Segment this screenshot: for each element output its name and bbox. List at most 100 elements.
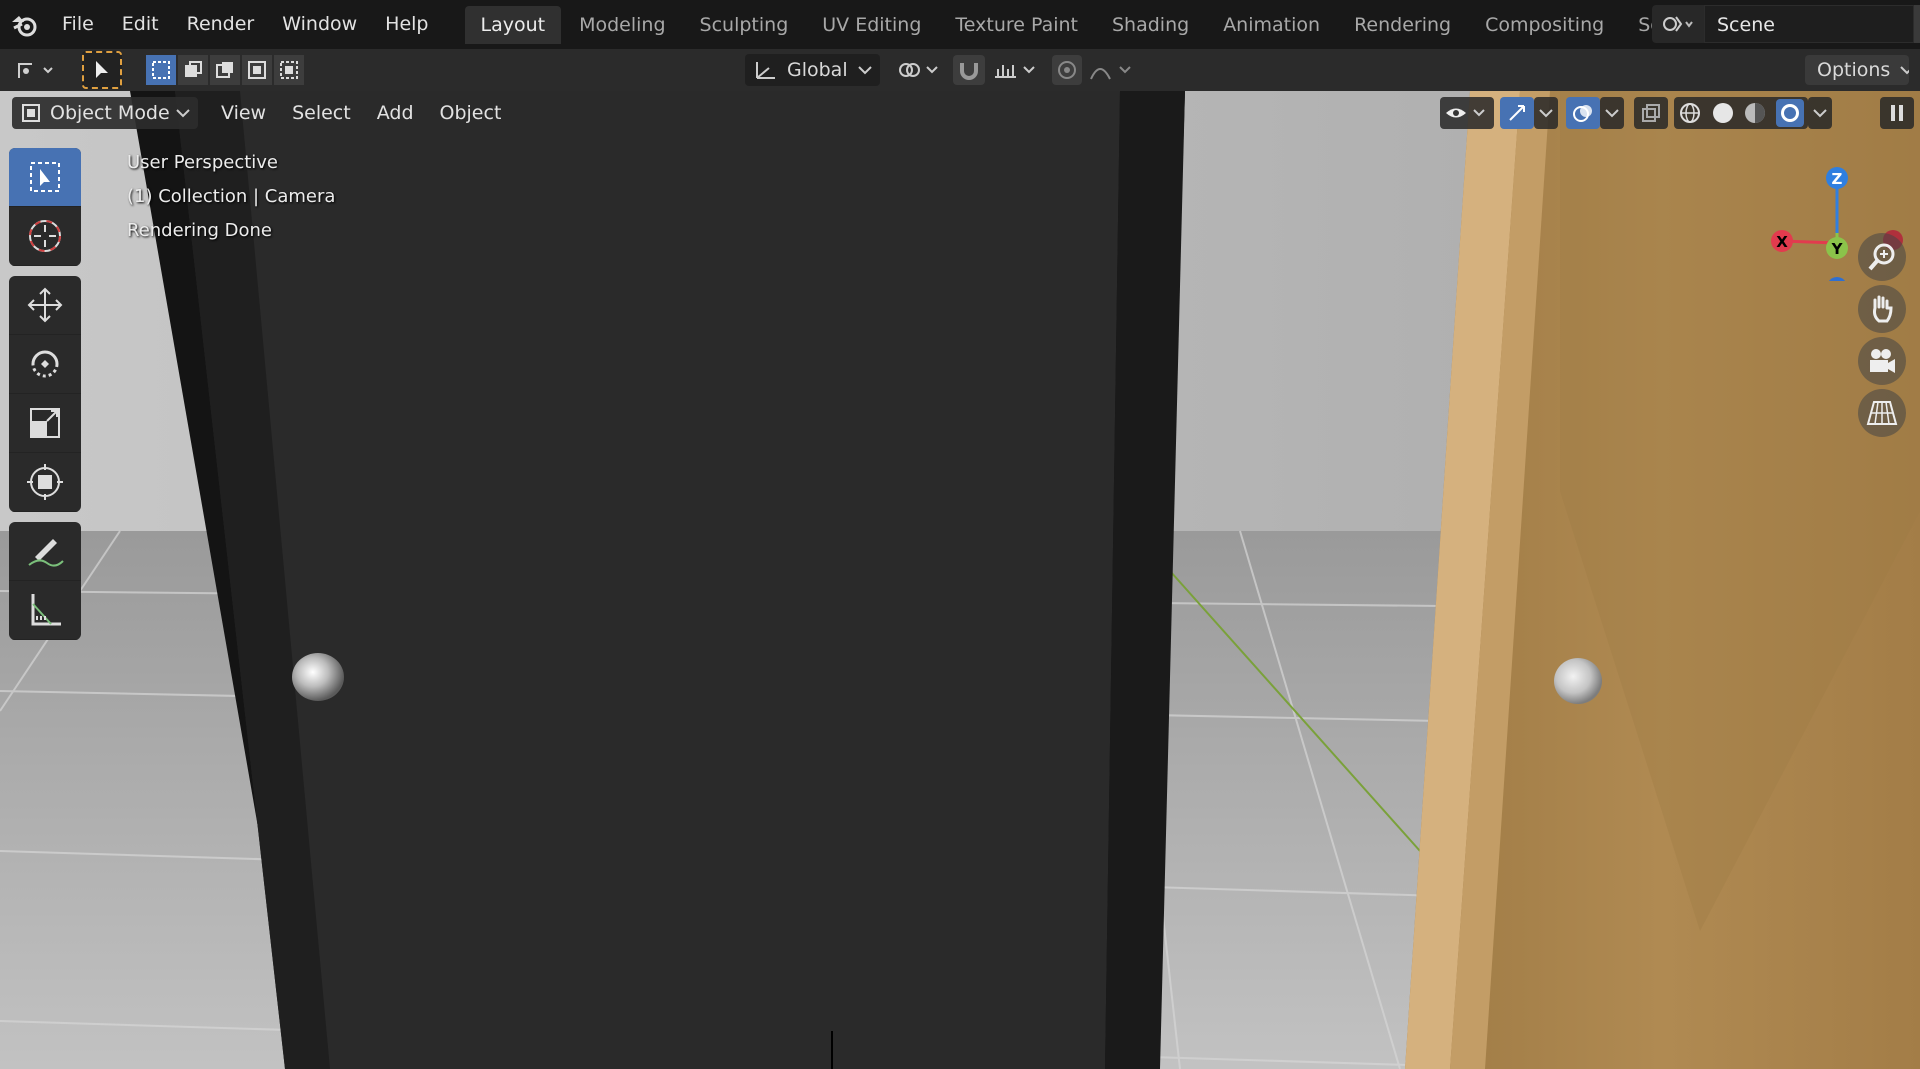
cursor-tool[interactable] (9, 207, 81, 266)
tab-rendering[interactable]: Rendering (1338, 6, 1467, 44)
scene-name-field[interactable]: Scene (1704, 5, 1914, 43)
select-new-icon (152, 61, 170, 79)
chevron-down-icon (1813, 109, 1827, 118)
tab-modeling[interactable]: Modeling (563, 6, 681, 44)
proportional-edit-toggle[interactable] (1052, 55, 1082, 85)
neg-z-axis-ball[interactable] (1827, 277, 1847, 281)
menu-file[interactable]: File (48, 0, 108, 49)
render-status-text: Rendering Done (127, 220, 272, 241)
sidebar-toggle[interactable] (1880, 97, 1914, 129)
pan-button[interactable] (1858, 285, 1906, 333)
toolbar-group-annotate (9, 522, 81, 640)
rendered-shading-icon[interactable] (1775, 99, 1804, 127)
material-shading-icon[interactable] (1743, 101, 1767, 125)
object-mode-dropdown[interactable]: Object Mode (12, 97, 198, 129)
shading-dropdown[interactable] (1808, 97, 1832, 129)
gizmo-icon (1509, 105, 1525, 121)
options-label: Options (1817, 59, 1891, 81)
solid-shading-icon[interactable] (1711, 101, 1735, 125)
cursor-arrow-icon (96, 61, 108, 78)
select-invert-icon (248, 61, 266, 79)
eye-icon (1446, 108, 1485, 118)
select-box-tool[interactable] (9, 148, 81, 207)
main-menu: File Edit Render Window Help (48, 0, 443, 49)
visibility-dropdown[interactable] (1440, 97, 1494, 129)
measure-tool[interactable] (9, 581, 81, 640)
scale-tool[interactable] (9, 394, 81, 453)
3d-viewport[interactable]: Object Mode View Select Add Object User … (0, 91, 1920, 1069)
snap-toggle[interactable] (953, 55, 985, 85)
menu-render[interactable]: Render (173, 0, 269, 49)
menu-edit[interactable]: Edit (108, 0, 173, 49)
tab-uv-editing[interactable]: UV Editing (806, 6, 937, 44)
proportional-falloff-dropdown[interactable] (1086, 55, 1136, 85)
move-tool[interactable] (9, 276, 81, 335)
tab-shading[interactable]: Shading (1096, 6, 1205, 44)
blender-logo-icon[interactable] (0, 0, 48, 49)
xray-toggle[interactable] (1634, 97, 1668, 129)
viewport-right-controls (1440, 97, 1832, 129)
menu-select[interactable]: Select (279, 102, 364, 124)
view-perspective-text: User Perspective (127, 152, 278, 173)
select-subtract-icon (216, 62, 233, 78)
snap-target-dropdown[interactable] (990, 55, 1040, 85)
tool-header: Global Options (0, 49, 1920, 91)
wireframe-shading-icon[interactable] (1678, 101, 1702, 125)
transform-orientation-dropdown[interactable]: Global (745, 54, 880, 86)
proportional-edit-icon (1058, 61, 1076, 79)
menu-add[interactable]: Add (364, 102, 427, 124)
menu-help[interactable]: Help (371, 0, 442, 49)
transform-tool[interactable] (9, 453, 81, 512)
overlays-dropdown[interactable] (1600, 97, 1624, 129)
chevron-down-icon (176, 109, 190, 118)
toolbar-group-select (9, 148, 81, 266)
overlays-toggle[interactable] (1566, 97, 1600, 129)
object-mode-icon (22, 104, 40, 122)
ortho-toggle-button[interactable] (1858, 389, 1906, 437)
select-box-icon (30, 162, 60, 192)
select-intersect-icon (280, 61, 298, 79)
camera-view-button[interactable] (1858, 337, 1906, 385)
overlays-icon (1573, 105, 1592, 122)
select-subtract-button[interactable] (210, 55, 240, 85)
top-bar: File Edit Render Window Help Layout Mode… (0, 0, 1920, 49)
scene-selector: Scene (1652, 5, 1920, 43)
pivot-point-dropdown[interactable] (893, 55, 943, 85)
pan-hand-icon (1873, 295, 1893, 323)
move-icon (27, 287, 63, 323)
select-extend-button[interactable] (178, 55, 208, 85)
transform-icon (27, 464, 63, 500)
pause-icon (1891, 105, 1903, 121)
scene-icon (1663, 16, 1693, 32)
menu-view[interactable]: View (208, 102, 279, 124)
tab-compositing[interactable]: Compositing (1469, 6, 1620, 44)
shading-mode-group (1674, 97, 1808, 129)
tab-animation[interactable]: Animation (1207, 6, 1336, 44)
chevron-down-icon (1605, 109, 1619, 118)
rotate-icon (31, 350, 59, 378)
rotate-tool[interactable] (9, 335, 81, 394)
select-invert-button[interactable] (242, 55, 272, 85)
chevron-down-icon (1900, 66, 1909, 75)
camera-view-icon (1870, 349, 1895, 373)
tab-sculpting[interactable]: Sculpting (684, 6, 805, 44)
scene-browse-button[interactable] (1652, 5, 1704, 43)
viewport-menu: View Select Add Object (208, 97, 514, 129)
annotate-tool[interactable] (9, 522, 81, 581)
options-dropdown[interactable]: Options (1805, 55, 1909, 85)
tab-texture-paint[interactable]: Texture Paint (939, 6, 1094, 44)
select-new-button[interactable] (146, 55, 176, 85)
editor-type-icon (18, 63, 53, 78)
gizmo-toggle[interactable] (1500, 97, 1534, 129)
editor-type-button[interactable] (8, 55, 66, 85)
transform-orientation-value: Global (787, 59, 848, 81)
snap-increment-icon (995, 65, 1035, 78)
select-intersect-button[interactable] (274, 55, 304, 85)
menu-object[interactable]: Object (427, 102, 515, 124)
tab-layout[interactable]: Layout (464, 5, 562, 44)
active-tool-button[interactable] (82, 51, 122, 89)
zoom-button[interactable] (1858, 233, 1906, 281)
chevron-down-icon (858, 66, 872, 75)
menu-window[interactable]: Window (268, 0, 371, 49)
gizmo-dropdown[interactable] (1534, 97, 1558, 129)
